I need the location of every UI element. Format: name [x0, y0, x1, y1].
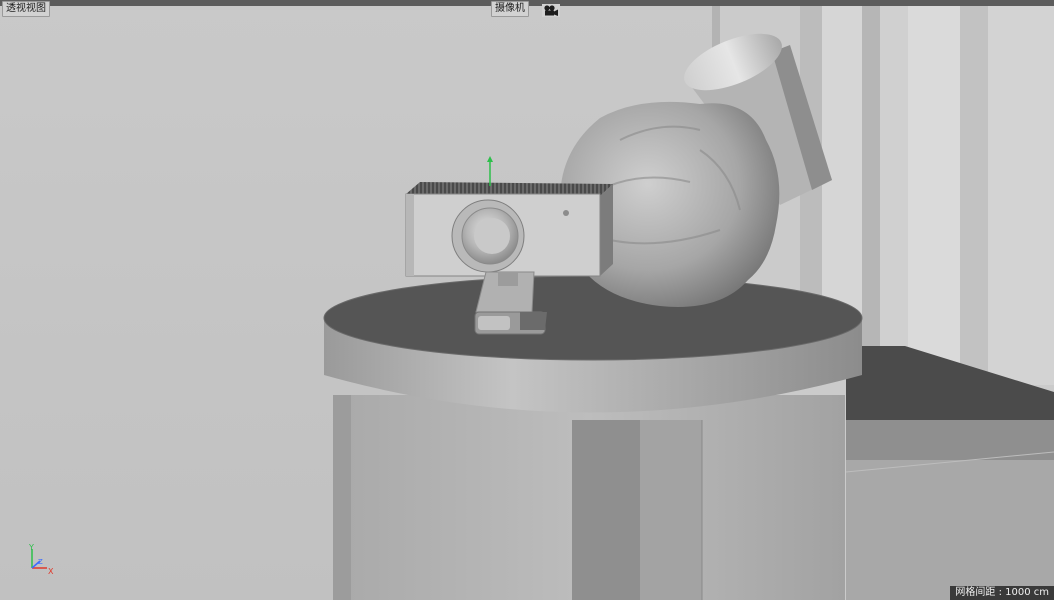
view-name-label[interactable]: 透视视图 — [2, 1, 50, 17]
camera-icon[interactable] — [542, 2, 560, 17]
axis-orientation-gizmo: Y Z X — [26, 543, 60, 578]
axis-y-label: Y — [28, 544, 34, 552]
disc-top — [324, 276, 862, 360]
grid-spacing-label: 网格间距 : 1000 cm — [950, 586, 1054, 600]
right-cabinet-front — [846, 460, 1054, 600]
right-cabinet-edge — [846, 420, 1054, 460]
camera-name-label[interactable]: 摄像机 — [491, 1, 529, 17]
viewport-scene — [0, 0, 1054, 600]
axis-x-label: X — [48, 567, 54, 576]
3d-viewport[interactable] — [0, 0, 1054, 600]
axis-z-label: Z — [38, 558, 43, 566]
